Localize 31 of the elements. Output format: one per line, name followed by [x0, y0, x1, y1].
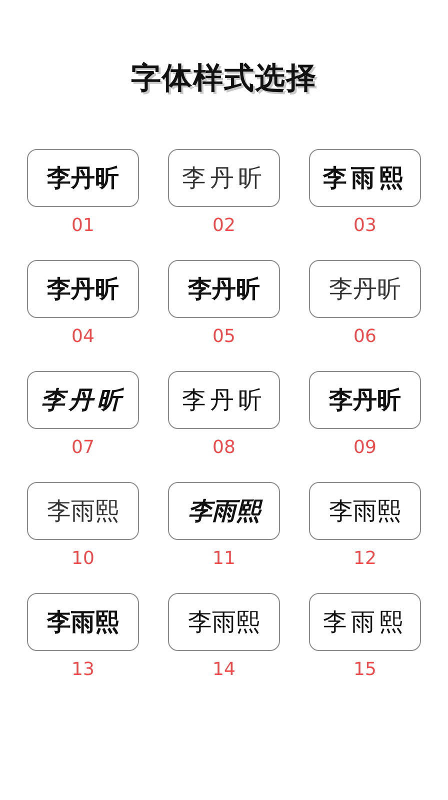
font-style-card[interactable]: 李雨熙 [168, 482, 280, 540]
style-number: 08 [212, 437, 236, 459]
style-number: 03 [354, 215, 376, 237]
font-style-card[interactable]: 李雨熙 [309, 482, 421, 540]
style-number: 13 [72, 659, 94, 681]
font-style-card[interactable]: 李丹昕 [27, 149, 139, 207]
style-number: 04 [72, 326, 94, 348]
page-title: 字体样式选择 [130, 60, 318, 98]
font-style-card[interactable]: 李丹昕 [309, 260, 421, 318]
font-style-card[interactable]: 李雨熙 [309, 149, 421, 207]
style-number: 05 [212, 326, 236, 348]
style-number: 07 [72, 437, 94, 459]
style-number: 15 [354, 659, 376, 681]
style-number: 11 [212, 548, 236, 570]
font-style-card[interactable]: 李丹昕 [168, 149, 280, 207]
font-style-card[interactable]: 李雨熙 [309, 593, 421, 651]
font-style-card[interactable]: 李丹昕 [309, 371, 421, 429]
font-style-card[interactable]: 李丹昕 [27, 260, 139, 318]
font-style-card[interactable]: 李雨熙 [27, 482, 139, 540]
font-style-card[interactable]: 李丹昕 [168, 371, 280, 429]
font-style-card[interactable]: 李丹昕 [168, 260, 280, 318]
style-number: 01 [72, 215, 94, 237]
style-number: 12 [354, 548, 376, 570]
style-number: 09 [354, 437, 376, 459]
style-number: 10 [72, 548, 94, 570]
font-style-card[interactable]: 李雨熙 [27, 593, 139, 651]
font-style-card[interactable]: 李丹昕 [27, 371, 139, 429]
style-number: 02 [212, 215, 236, 237]
font-style-card[interactable]: 李雨熙 [168, 593, 280, 651]
style-number: 06 [354, 326, 376, 348]
style-number: 14 [212, 659, 236, 681]
